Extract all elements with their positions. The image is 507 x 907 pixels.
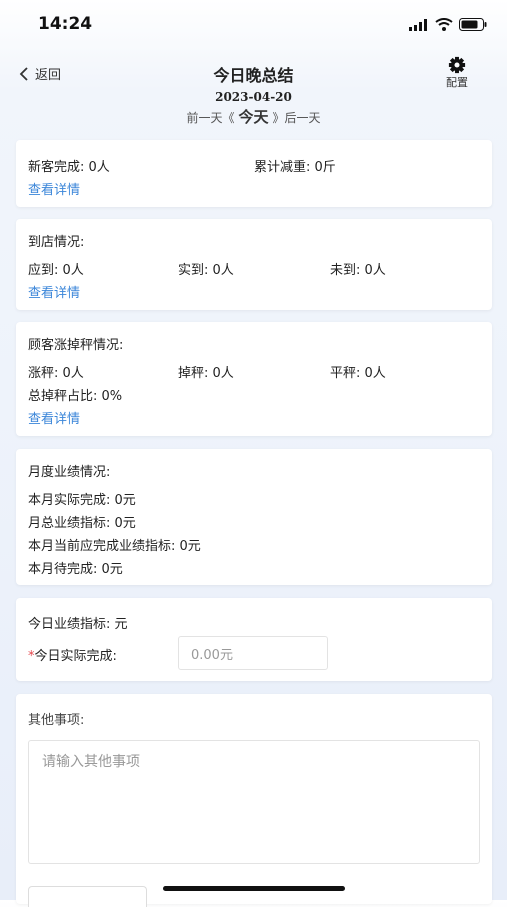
wifi-icon: [435, 18, 453, 31]
weight-changes-heading: 顾客涨掉秤情况:: [28, 338, 124, 353]
battery-icon: [459, 18, 487, 31]
config-button[interactable]: 配置: [442, 56, 472, 90]
prev-day-link[interactable]: 前一天《: [186, 111, 234, 125]
signal-icon: [409, 18, 427, 31]
weight-gain-count: 涨秤: 0人: [28, 366, 84, 381]
cumulative-weight-loss: 累计减重: 0斤: [254, 160, 336, 175]
actual-visits: 实到: 0人: [178, 263, 234, 278]
daily-target: 今日业绩指标: 元: [28, 617, 128, 632]
config-label: 配置: [446, 76, 468, 89]
new-customers-completed: 新客完成: 0人: [28, 160, 110, 175]
store-visits-card: 到店情况: 应到: 0人 实到: 0人 未到: 0人 查看详情: [16, 219, 492, 310]
other-matters-textarea[interactable]: 请输入其他事项: [28, 740, 480, 864]
weight-loss-count: 掉秤: 0人: [178, 366, 234, 381]
monthly-target: 月总业绩指标: 0元: [28, 516, 136, 531]
new-customers-details-link[interactable]: 查看详情: [28, 179, 80, 198]
weight-changes-details-link[interactable]: 查看详情: [28, 408, 80, 427]
daily-actual-label: *今日实际完成:: [28, 645, 117, 664]
monthly-should-complete: 本月当前应完成业绩指标: 0元: [28, 539, 201, 554]
back-button[interactable]: 返回: [18, 64, 61, 83]
weight-flat-count: 平秤: 0人: [330, 366, 386, 381]
other-matters-card: 其他事项: 请输入其他事项: [16, 694, 492, 904]
home-indicator: [163, 886, 345, 891]
store-visits-heading: 到店情况:: [28, 235, 85, 250]
weight-loss-ratio: 总掉秤占比: 0%: [28, 389, 123, 404]
today-label: 今天: [238, 108, 269, 126]
gear-icon: [448, 56, 466, 74]
back-label: 返回: [35, 68, 62, 83]
absent-visits: 未到: 0人: [330, 263, 386, 278]
next-day-link[interactable]: 》后一天: [273, 111, 321, 125]
day-switcher: 前一天《 今天 》后一天: [0, 106, 507, 127]
status-time: 14:24: [38, 14, 93, 34]
daily-performance-card: 今日业绩指标: 元 *今日实际完成: 0.00元: [16, 598, 492, 681]
monthly-heading: 月度业绩情况:: [28, 465, 111, 480]
monthly-pending: 本月待完成: 0元: [28, 562, 123, 577]
chevron-left-icon: [19, 66, 28, 81]
nav-bar: 返回 今日晚总结 配置: [0, 52, 507, 92]
current-date: 2023-04-20: [215, 90, 292, 104]
page-title: 今日晚总结: [213, 66, 294, 85]
store-visits-details-link[interactable]: 查看详情: [28, 282, 80, 301]
weight-changes-card: 顾客涨掉秤情况: 涨秤: 0人 掉秤: 0人 平秤: 0人 总掉秤占比: 0% …: [16, 322, 492, 436]
new-customers-card: 新客完成: 0人 累计减重: 0斤 查看详情: [16, 140, 492, 207]
expected-visits: 应到: 0人: [28, 263, 84, 278]
bottom-button[interactable]: [28, 886, 147, 907]
daily-actual-label-text: 今日实际完成:: [34, 649, 117, 664]
monthly-actual: 本月实际完成: 0元: [28, 493, 136, 508]
status-bar: 14:24: [0, 0, 507, 50]
system-icons: [409, 18, 487, 31]
date-navigator: 2023-04-20 前一天《 今天 》后一天: [0, 90, 507, 127]
monthly-performance-card: 月度业绩情况: 本月实际完成: 0元 月总业绩指标: 0元 本月当前应完成业绩指…: [16, 449, 492, 585]
daily-actual-input[interactable]: 0.00元: [178, 636, 328, 670]
other-matters-heading: 其他事项:: [28, 713, 85, 728]
